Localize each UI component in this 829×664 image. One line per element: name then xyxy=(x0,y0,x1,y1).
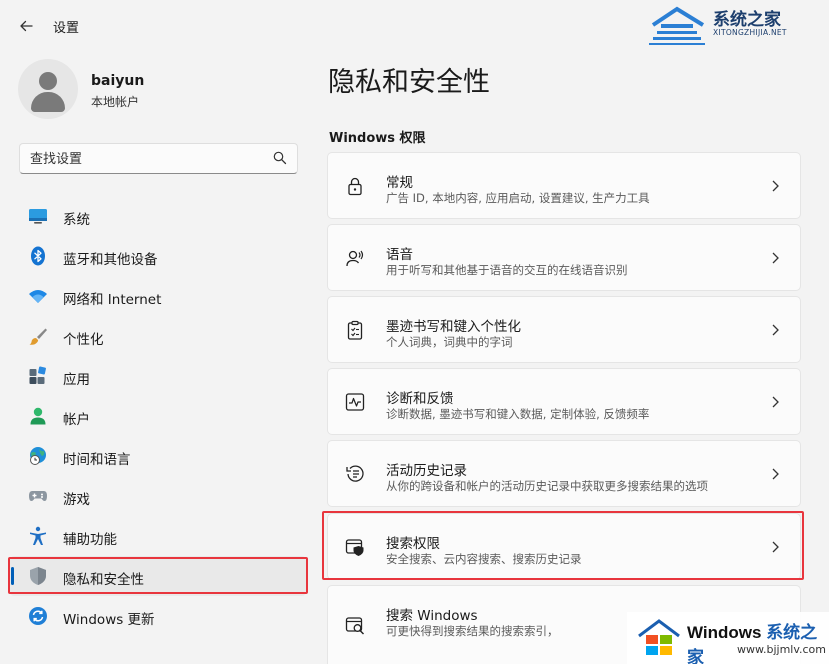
card-subtitle: 诊断数据, 墨迹书写和键入数据, 定制体验, 反馈频率 xyxy=(386,407,650,421)
history-icon xyxy=(346,465,364,482)
gamepad-icon xyxy=(29,491,47,501)
sidebar-item-label: 帐户 xyxy=(63,412,90,428)
monitor-icon xyxy=(29,209,47,224)
search-box[interactable] xyxy=(19,143,298,174)
globe-clock-icon xyxy=(30,447,46,465)
arrow-left-icon xyxy=(20,20,33,32)
watermark-logo-bottom: Windows 系统之家 www.bjjmlv.com xyxy=(627,612,829,664)
sidebar-item-label: 时间和语言 xyxy=(63,452,131,468)
sidebar-item-label: Windows 更新 xyxy=(63,612,155,628)
page-title: 隐私和安全性 xyxy=(328,67,490,98)
back-button[interactable] xyxy=(14,14,38,38)
pulse-icon xyxy=(345,393,365,411)
card-general[interactable]: 常规 广告 ID, 本地内容, 应用启动, 设置建议, 生产力工具 xyxy=(327,152,801,219)
watermark-bottom-url: www.bjjmlv.com xyxy=(737,643,826,656)
lock-icon xyxy=(348,177,362,196)
card-activity-history[interactable]: 活动历史记录 从你的跨设备和帐户的活动历史记录中获取更多搜索结果的选项 xyxy=(327,440,801,507)
sidebar-item-label: 网络和 Internet xyxy=(63,292,162,308)
search-windows-icon xyxy=(345,617,364,635)
sidebar-item-gaming[interactable]: 游戏 xyxy=(10,476,306,516)
card-subtitle: 从你的跨设备和帐户的活动历史记录中获取更多搜索结果的选项 xyxy=(386,479,708,493)
card-title: 常规 xyxy=(386,175,413,191)
card-speech[interactable]: 语音 用于听写和其他基于语音的交互的在线语音识别 xyxy=(327,224,801,291)
account-icon xyxy=(30,407,46,425)
speech-icon xyxy=(346,250,364,267)
chevron-right-icon xyxy=(772,468,779,480)
sidebar-item-windows-update[interactable]: Windows 更新 xyxy=(10,596,306,636)
chevron-right-icon xyxy=(772,180,779,192)
watermark-bottom-title: Windows 系统之家 xyxy=(687,618,829,664)
sidebar-item-accounts[interactable]: 帐户 xyxy=(10,396,306,436)
sidebar-item-network[interactable]: 网络和 Internet xyxy=(10,276,306,316)
app-title: 设置 xyxy=(53,21,80,36)
card-subtitle: 可更快得到搜索结果的搜索索引， xyxy=(386,624,559,638)
sidebar-item-time-language[interactable]: 时间和语言 xyxy=(10,436,306,476)
avatar-head xyxy=(39,72,57,90)
card-subtitle: 个人词典，词典中的字词 xyxy=(386,335,513,349)
watermark-bottom-part1: Windows xyxy=(687,623,767,642)
avatar-body xyxy=(31,92,65,112)
card-inking-typing[interactable]: 墨迹书写和键入个性化 个人词典，词典中的字词 xyxy=(327,296,801,363)
sidebar-item-label: 应用 xyxy=(63,372,90,388)
wifi-icon xyxy=(29,290,47,303)
card-title: 活动历史记录 xyxy=(386,463,467,479)
sidebar-item-label: 游戏 xyxy=(63,492,90,508)
card-title: 语音 xyxy=(386,247,413,263)
update-icon xyxy=(29,607,47,625)
profile-name: baiyun xyxy=(91,73,145,89)
watermark-top-en: XITONGZHIJIA.NET xyxy=(713,28,787,37)
avatar[interactable] xyxy=(18,59,78,119)
watermark-logo-top: 系统之家 XITONGZHIJIA.NET xyxy=(647,3,817,49)
sidebar-item-system[interactable]: 系统 xyxy=(10,196,306,236)
watermark-top-cn: 系统之家 xyxy=(713,10,781,30)
sidebar-item-label: 辅助功能 xyxy=(63,532,117,548)
sidebar-item-apps[interactable]: 应用 xyxy=(10,356,306,396)
sidebar-item-accessibility[interactable]: 辅助功能 xyxy=(10,516,306,556)
highlight-box-card xyxy=(322,511,804,580)
apps-icon xyxy=(29,366,46,384)
sidebar-item-label: 系统 xyxy=(63,212,90,228)
card-title: 搜索 Windows xyxy=(386,608,478,624)
card-title: 诊断和反馈 xyxy=(386,391,454,407)
chevron-right-icon xyxy=(772,252,779,264)
search-icon[interactable] xyxy=(273,151,287,165)
house-logo-icon xyxy=(649,6,705,45)
brush-icon xyxy=(29,328,47,345)
section-title: Windows 权限 xyxy=(329,131,426,146)
windows-house-logo-icon xyxy=(638,619,680,655)
profile-account-type: 本地帐户 xyxy=(91,95,140,109)
sidebar-item-bluetooth[interactable]: 蓝牙和其他设备 xyxy=(10,236,306,276)
chevron-right-icon xyxy=(772,324,779,336)
card-diagnostics-feedback[interactable]: 诊断和反馈 诊断数据, 墨迹书写和键入数据, 定制体验, 反馈频率 xyxy=(327,368,801,435)
card-subtitle: 用于听写和其他基于语音的交互的在线语音识别 xyxy=(386,263,628,277)
highlight-box-sidebar xyxy=(8,557,308,594)
chevron-right-icon xyxy=(772,396,779,408)
clipboard-icon xyxy=(347,320,363,340)
bluetooth-icon xyxy=(31,246,45,266)
card-subtitle: 广告 ID, 本地内容, 应用启动, 设置建议, 生产力工具 xyxy=(386,191,650,205)
sidebar-item-personalization[interactable]: 个性化 xyxy=(10,316,306,356)
sidebar-item-label: 个性化 xyxy=(63,332,104,348)
card-title: 墨迹书写和键入个性化 xyxy=(386,319,521,335)
sidebar-item-label: 蓝牙和其他设备 xyxy=(63,252,158,268)
accessibility-icon xyxy=(30,526,46,545)
search-input[interactable] xyxy=(30,150,270,168)
